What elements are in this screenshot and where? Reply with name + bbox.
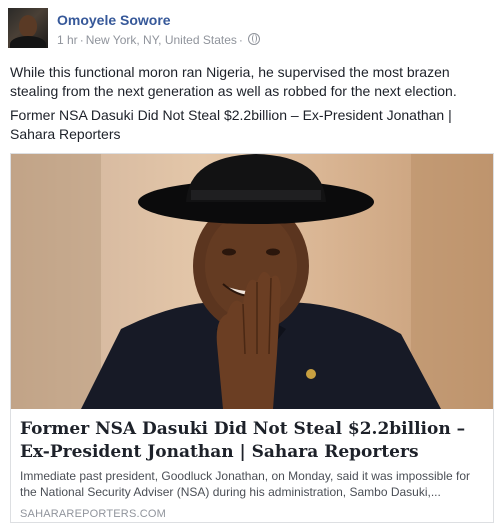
link-preview-domain: SAHARAREPORTERS.COM	[20, 508, 167, 520]
avatar-shoulders	[10, 36, 46, 48]
post-text: While this functional moron ran Nigeria,…	[10, 64, 457, 99]
meta-separator: ·	[79, 33, 84, 47]
globe-icon[interactable]	[247, 33, 260, 45]
link-preview-title[interactable]: Former NSA Dasuki Did Not Steal $2.2bill…	[20, 418, 480, 464]
avatar-face	[19, 15, 37, 37]
facebook-post: Omoyele Sowore 1 hr · New York, NY, United…	[0, 0, 504, 528]
portrait-illustration	[11, 154, 493, 409]
post-timestamp[interactable]: 1 hr	[57, 33, 78, 47]
author-avatar[interactable]	[8, 8, 48, 48]
post-location[interactable]: New York, NY, United States	[86, 33, 237, 47]
meta-separator: ·	[238, 33, 243, 47]
link-preview-card[interactable]: Former NSA Dasuki Did Not Steal $2.2bill…	[10, 153, 494, 523]
post-meta: 1 hr · New York, NY, United States ·	[57, 33, 260, 47]
link-preview-description: Immediate past president, Goodluck Jonat…	[20, 469, 471, 499]
link-preview-image[interactable]	[11, 154, 493, 409]
post-link-title: Former NSA Dasuki Did Not Steal $2.2bill…	[10, 107, 452, 142]
author-name-link[interactable]: Omoyele Sowore	[57, 12, 171, 28]
